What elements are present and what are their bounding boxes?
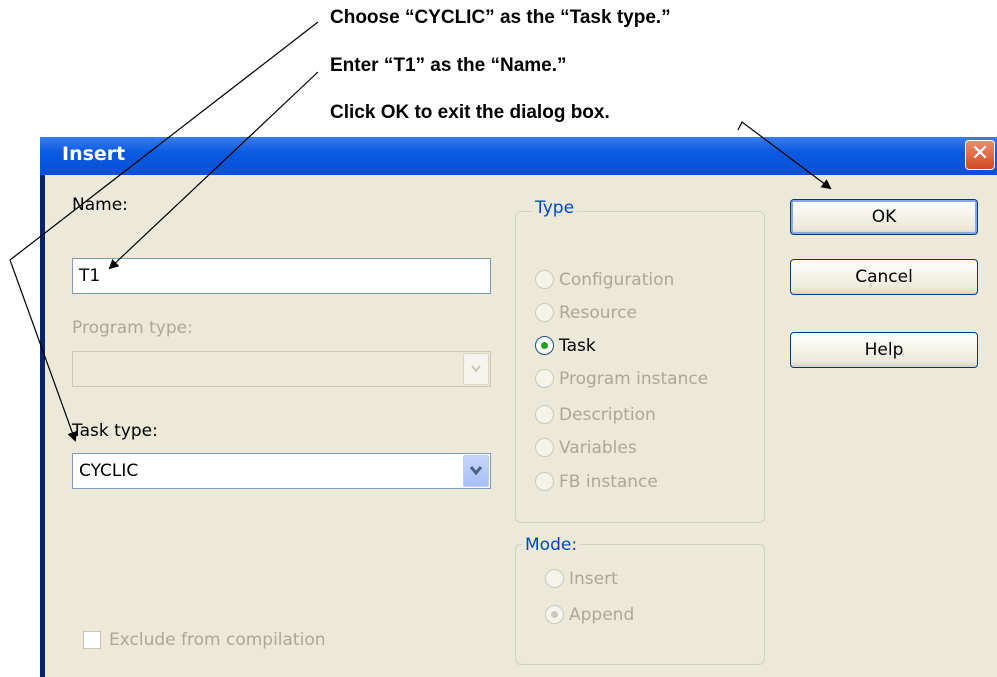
arrow-task-type xyxy=(9,21,319,442)
arrow-name xyxy=(108,71,319,270)
arrow-ok xyxy=(737,121,832,190)
annotation-arrows xyxy=(9,21,832,442)
